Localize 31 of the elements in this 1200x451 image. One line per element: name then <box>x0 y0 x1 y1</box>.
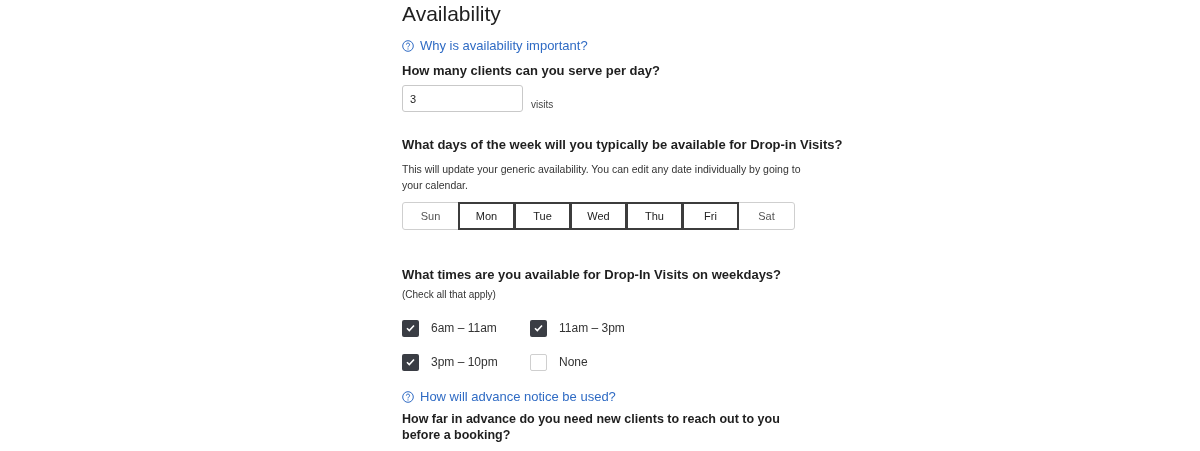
question-label: What days of the week will you typically be available for Drop-in Visits? <box>402 137 843 153</box>
help-link[interactable]: How will advance notice be used? <box>420 389 616 405</box>
checkbox[interactable] <box>402 319 419 337</box>
question-label: How many clients can you serve per day? <box>402 63 660 79</box>
day-toggle[interactable]: Mon <box>458 202 515 230</box>
day-toggle[interactable]: Tue <box>514 202 571 230</box>
check-icon <box>534 324 543 332</box>
question-label: What times are you available for Drop-In Visits on weekdays? <box>402 267 782 283</box>
help-link[interactable]: Why is availability important? <box>420 38 588 54</box>
hint-text: (Check all that apply) <box>402 288 496 302</box>
help-icon[interactable] <box>402 391 414 403</box>
day-toggle[interactable]: Sat <box>738 202 795 230</box>
unit-label: visits <box>531 99 554 111</box>
checkbox[interactable] <box>530 353 547 371</box>
check-icon <box>406 358 415 366</box>
checkbox[interactable] <box>402 353 419 371</box>
description-text: This will update your generic availability. You can edit any date individually by going to your calendar. <box>402 162 802 193</box>
checkbox[interactable] <box>530 319 547 337</box>
number-input[interactable]: 3 <box>402 85 523 112</box>
day-toggle[interactable]: Sun <box>402 202 459 230</box>
option-label: None <box>559 354 588 371</box>
page-title: Availability <box>402 1 501 27</box>
day-toggle[interactable]: Wed <box>570 202 627 230</box>
help-icon[interactable] <box>402 40 414 52</box>
check-icon <box>406 324 415 332</box>
day-toggle[interactable]: Fri <box>682 202 739 230</box>
option-label: 11am – 3pm <box>559 320 625 337</box>
question-label: How far in advance do you need new clients to reach out to you before a booking? <box>402 411 781 443</box>
day-toggle[interactable]: Thu <box>626 202 683 230</box>
option-label: 6am – 11am <box>431 320 497 337</box>
option-label: 3pm – 10pm <box>431 354 498 371</box>
